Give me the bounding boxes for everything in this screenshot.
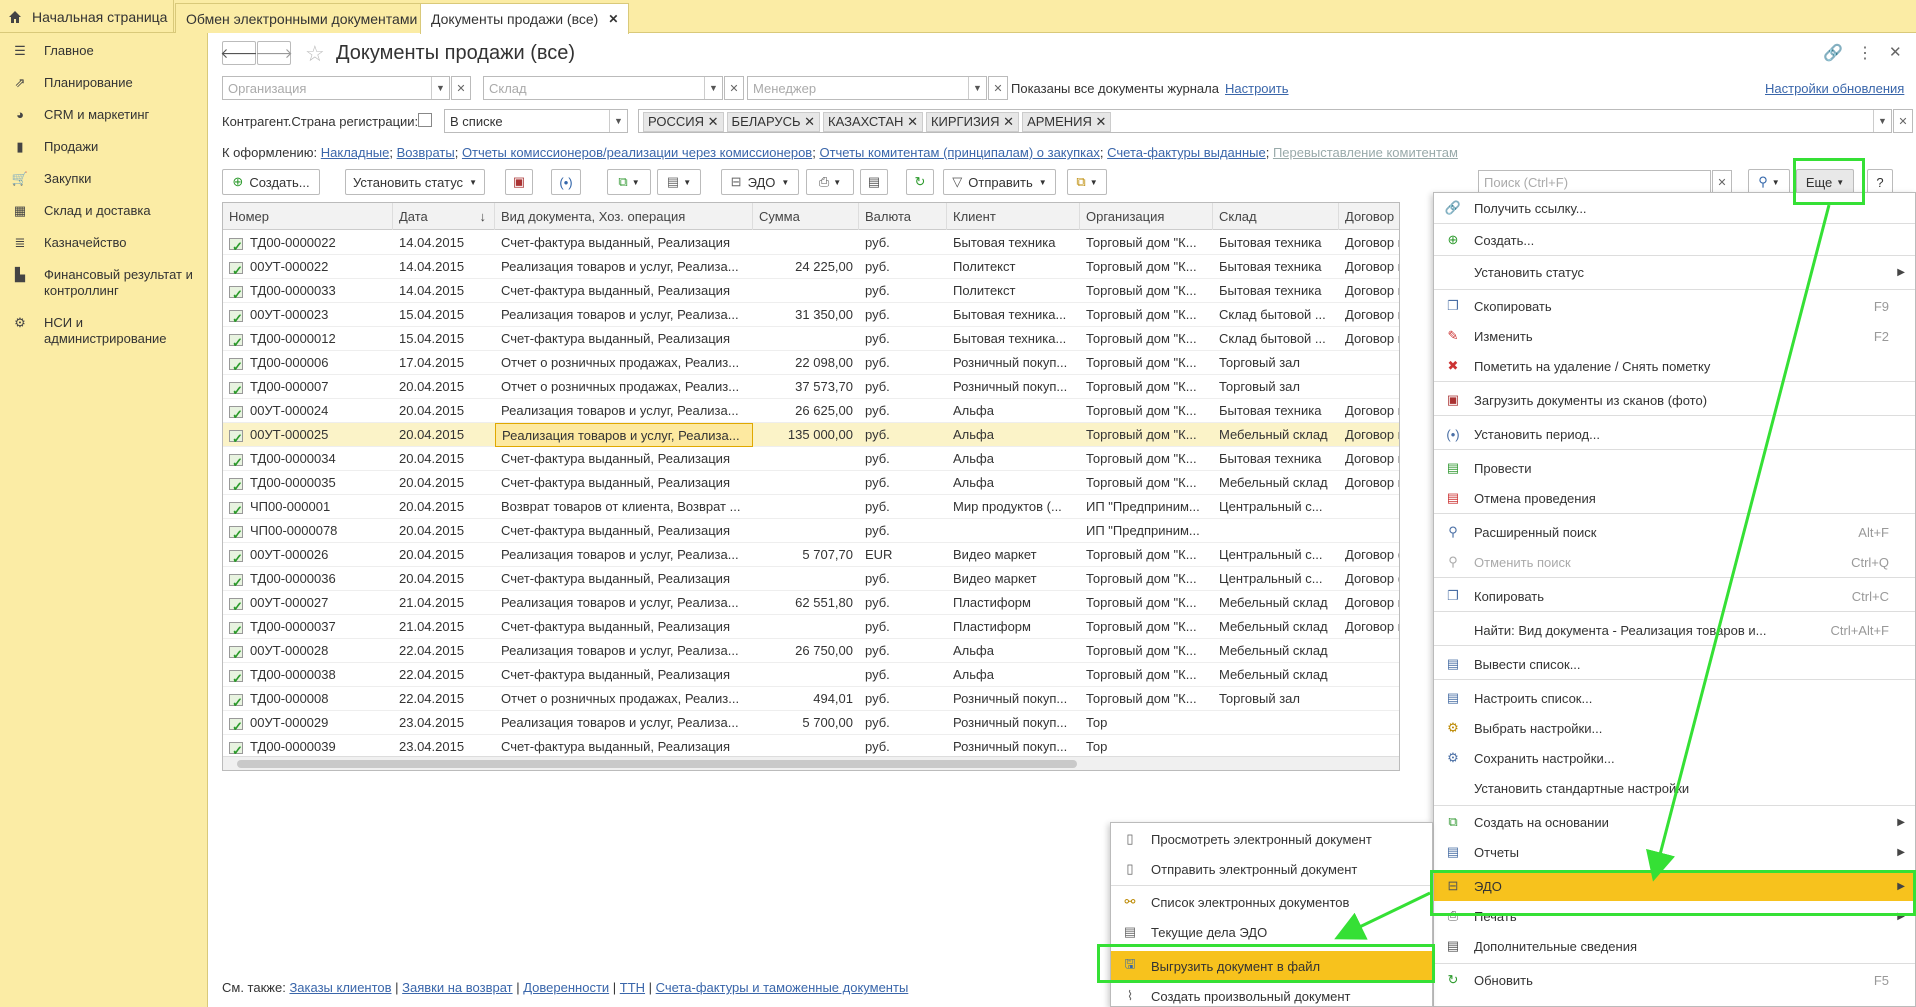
arrow-to-edo bbox=[1646, 204, 1831, 882]
annotation-arrows bbox=[1334, 204, 1831, 940]
arrow-to-export bbox=[1334, 891, 1431, 940]
